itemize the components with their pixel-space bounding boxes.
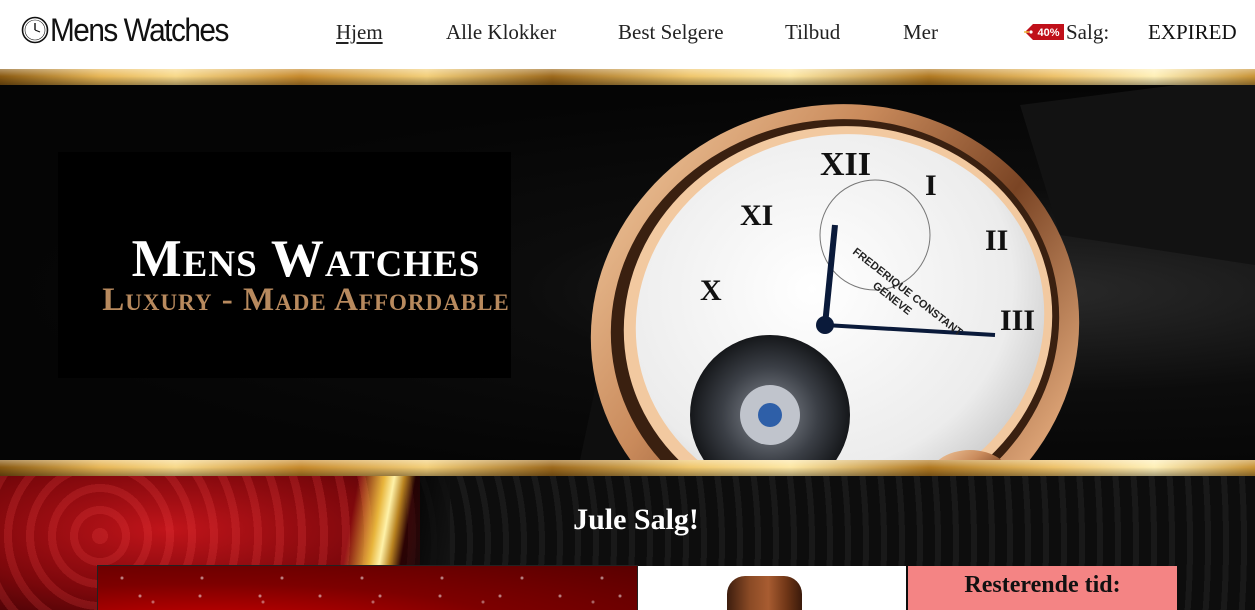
promo-section: Jule Salg! Resterende tid: <box>0 476 1255 610</box>
nav-item-alle-klokker[interactable]: Alle Klokker <box>446 19 556 45</box>
clock-icon <box>21 16 49 44</box>
countdown-card: Resterende tid: <box>908 566 1177 610</box>
hero-banner[interactable]: Mens Watches Luxury - Made Affordable XI… <box>0 85 1255 460</box>
hero-subtitle: Luxury - Made Affordable <box>102 282 510 318</box>
countdown-label: Resterende tid: <box>964 572 1121 598</box>
sale-tag-icon: 40% <box>1024 24 1064 40</box>
svg-text:XII: XII <box>820 146 871 183</box>
hero-title: Mens Watches <box>131 230 481 288</box>
product-watch-image <box>727 576 802 610</box>
promo-image-card[interactable] <box>97 565 638 610</box>
sale-label: Salg: <box>1066 20 1110 44</box>
promo-heading: Jule Salg! <box>573 503 699 536</box>
svg-text:XI: XI <box>740 199 773 232</box>
svg-text:II: II <box>985 224 1008 257</box>
logo[interactable]: Mens Watches <box>21 12 241 48</box>
svg-text:III: III <box>1000 304 1035 337</box>
site-header: Mens Watches Hjem Alle Klokker Best Selg… <box>0 0 1255 69</box>
logo-text: Mens Watches <box>50 12 229 48</box>
countdown-status: EXPIRED <box>1148 20 1237 44</box>
nav-item-hjem[interactable]: Hjem <box>336 19 383 45</box>
nav-item-best-selgere[interactable]: Best Selgere <box>618 19 724 45</box>
svg-text:I: I <box>925 169 937 202</box>
gold-divider-top <box>0 69 1255 85</box>
nav-item-mer[interactable]: Mer <box>903 19 938 45</box>
sale-badge-text: 40% <box>1037 27 1059 39</box>
gold-divider-bottom <box>0 460 1255 476</box>
watch-image: XII I II III XI X FREDERIQUE CONSTANT GE… <box>580 85 1255 460</box>
sale-indicator[interactable]: 40% Salg: <box>1024 19 1109 45</box>
nav-item-tilbud[interactable]: Tilbud <box>785 19 840 45</box>
product-card[interactable] <box>638 566 906 610</box>
svg-text:X: X <box>700 274 722 307</box>
